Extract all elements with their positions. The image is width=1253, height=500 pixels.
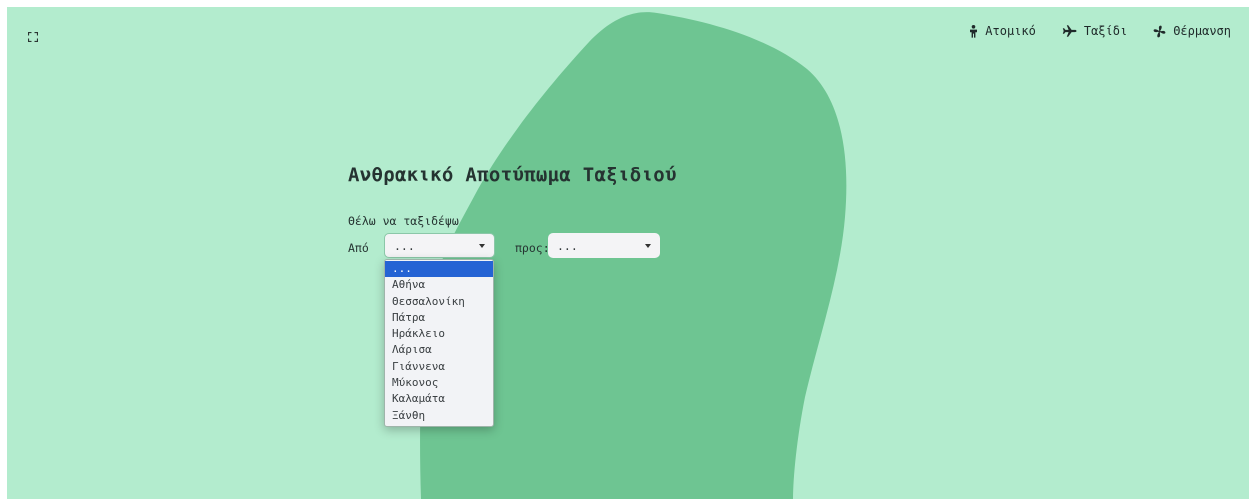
travel-prompt: Θέλω να ταξιδέψω — [348, 214, 459, 228]
from-select[interactable]: ... — [384, 233, 495, 258]
dropdown-option[interactable]: Πάτρα — [385, 310, 493, 326]
dropdown-option[interactable]: Ηράκλειο — [385, 326, 493, 342]
fan-icon — [1153, 25, 1166, 37]
dropdown-option[interactable]: Καλαμάτα — [385, 391, 493, 407]
to-select-value: ... — [557, 238, 578, 253]
from-dropdown-list: ... Αθήνα Θεσσαλονίκη Πάτρα Ηράκλειο Λάρ… — [384, 259, 494, 427]
nav-item-label: Ταξίδι — [1083, 24, 1128, 38]
dropdown-option[interactable]: Γιάννενα — [385, 359, 493, 375]
dropdown-option[interactable]: Λάρισα — [385, 342, 493, 358]
from-select-value: ... — [394, 238, 415, 253]
caret-down-icon — [479, 243, 485, 248]
dropdown-option[interactable]: ... — [385, 261, 493, 278]
fullscreen-icon[interactable] — [27, 27, 39, 43]
nav-item-label: Θέρμανση — [1173, 24, 1231, 38]
nav-item-heating[interactable]: Θέρμανση — [1153, 24, 1231, 38]
top-nav: Ατομικό Ταξίδι Θέρμανση — [969, 24, 1231, 38]
dropdown-option[interactable]: Ξάνθη — [385, 408, 493, 424]
from-label: Από — [348, 241, 369, 255]
airplane-icon — [1062, 25, 1077, 37]
caret-down-icon — [645, 243, 651, 248]
dropdown-option[interactable]: Αθήνα — [385, 277, 493, 293]
app-viewport: Ατομικό Ταξίδι Θέρμανση Ανθρακικό Αποτύπ… — [7, 7, 1249, 499]
nav-item-personal[interactable]: Ατομικό — [969, 24, 1036, 38]
dropdown-option[interactable]: Θεσσαλονίκη — [385, 294, 493, 310]
nav-item-label: Ατομικό — [985, 24, 1036, 38]
to-select[interactable]: ... — [548, 233, 660, 258]
person-icon — [970, 24, 978, 38]
nav-item-travel[interactable]: Ταξίδι — [1062, 24, 1127, 38]
page-title: Ανθρακικό Αποτύπωμα Ταξιδιού — [348, 164, 677, 186]
to-label: προς: — [515, 241, 550, 255]
dropdown-option[interactable]: Μύκονος — [385, 375, 493, 391]
